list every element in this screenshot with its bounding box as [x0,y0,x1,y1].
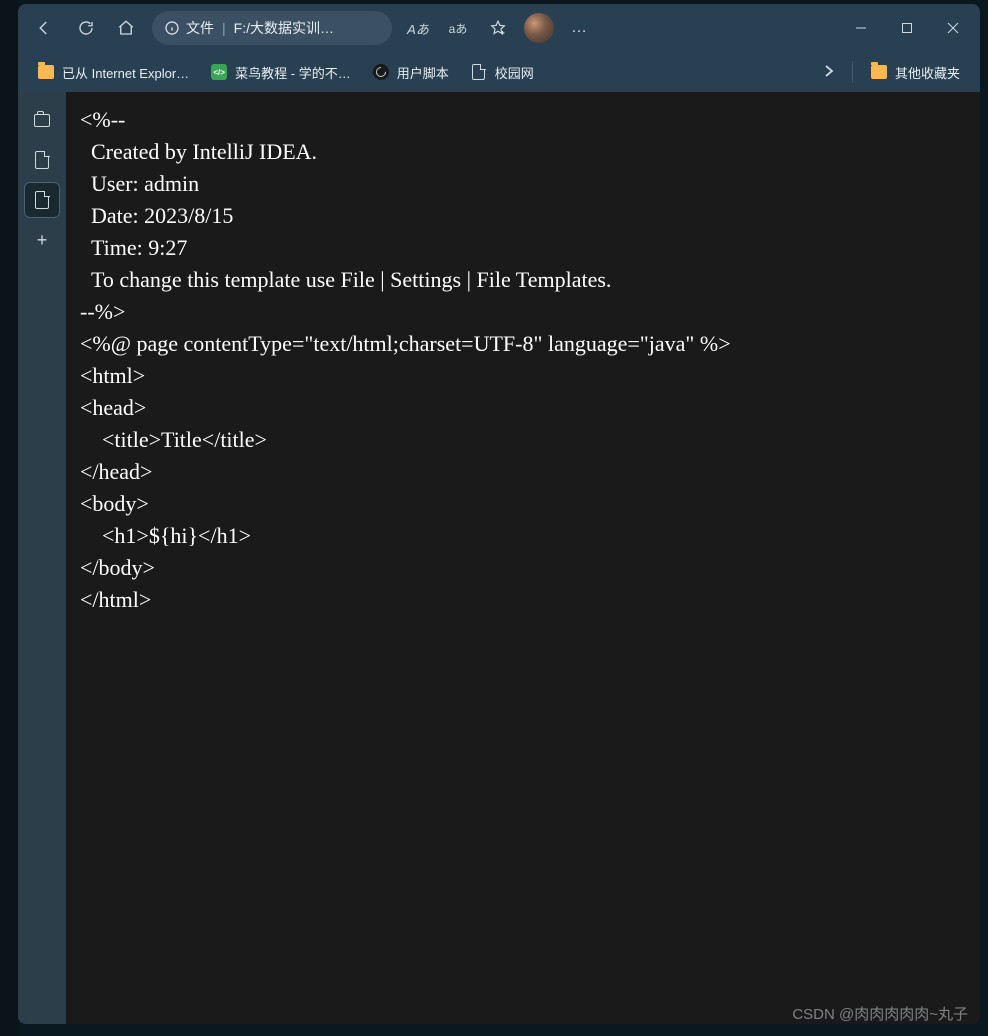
sidebar-add[interactable]: + [24,222,60,258]
star-icon [489,19,507,37]
home-button[interactable] [106,8,146,48]
titlebar: 文件 | F:/大数据实训… Aあ aあ … [18,4,980,52]
bookmark-userscript[interactable]: 用户脚本 [363,57,459,88]
minimize-button[interactable] [838,8,884,48]
translate-icon: aあ [449,20,468,37]
translate-button[interactable]: aあ [438,8,478,48]
code-view[interactable]: <%-- Created by IntelliJ IDEA. User: adm… [66,92,980,1024]
address-type: 文件 [186,18,214,38]
bookmark-label: 已从 Internet Explor… [62,63,189,82]
favorites-button[interactable] [478,8,518,48]
more-icon: … [571,19,589,37]
browser-window: 文件 | F:/大数据实训… Aあ aあ … [18,4,980,1024]
window-controls [838,8,976,48]
minimize-icon [855,22,867,34]
close-icon [947,22,959,34]
sidebar-tab-1[interactable] [24,102,60,138]
chevron-right-icon [824,64,834,78]
script-icon [373,64,389,80]
reader-icon: Aあ [407,19,429,38]
reader-mode-button[interactable]: Aあ [398,8,438,48]
bookmark-runoob[interactable]: </> 菜鸟教程 - 学的不… [201,57,361,88]
sidebar-tab-3-active[interactable] [24,182,60,218]
address-bar[interactable]: 文件 | F:/大数据实训… [152,11,392,45]
arrow-left-icon [35,19,53,37]
bookmark-label: 校园网 [495,63,534,82]
bookmarks-overflow[interactable] [814,64,844,81]
bookmark-campus[interactable]: 校园网 [461,57,544,88]
divider [852,61,853,83]
document-icon [35,151,49,169]
maximize-button[interactable] [884,8,930,48]
document-icon [35,191,49,209]
address-path: F:/大数据实训… [234,18,334,38]
sidebar-tab-2[interactable] [24,142,60,178]
bookmark-label: 用户脚本 [397,63,449,82]
background-strip [0,0,18,1036]
home-icon [117,19,135,37]
profile-avatar[interactable] [524,13,554,43]
page-icon [471,64,487,80]
address-separator: | [222,20,226,36]
maximize-icon [901,22,913,34]
back-button[interactable] [22,8,66,48]
refresh-icon [77,19,95,37]
bookmark-ie-import[interactable]: 已从 Internet Explor… [28,57,199,88]
content-area: + <%-- Created by IntelliJ IDEA. User: a… [18,92,980,1024]
more-button[interactable]: … [560,8,600,48]
runoob-icon: </> [211,64,227,80]
info-icon [164,20,180,36]
folder-icon [38,64,54,80]
plus-icon: + [37,230,48,251]
close-button[interactable] [930,8,976,48]
bookmark-label: 菜鸟教程 - 学的不… [235,63,351,82]
refresh-button[interactable] [66,8,106,48]
sidebar: + [18,92,66,1024]
bookmark-label: 其他收藏夹 [895,63,960,82]
bookmarks-bar: 已从 Internet Explor… </> 菜鸟教程 - 学的不… 用户脚本… [18,52,980,92]
folder-icon [871,64,887,80]
bookmark-other[interactable]: 其他收藏夹 [861,57,970,88]
collection-icon [34,114,50,127]
